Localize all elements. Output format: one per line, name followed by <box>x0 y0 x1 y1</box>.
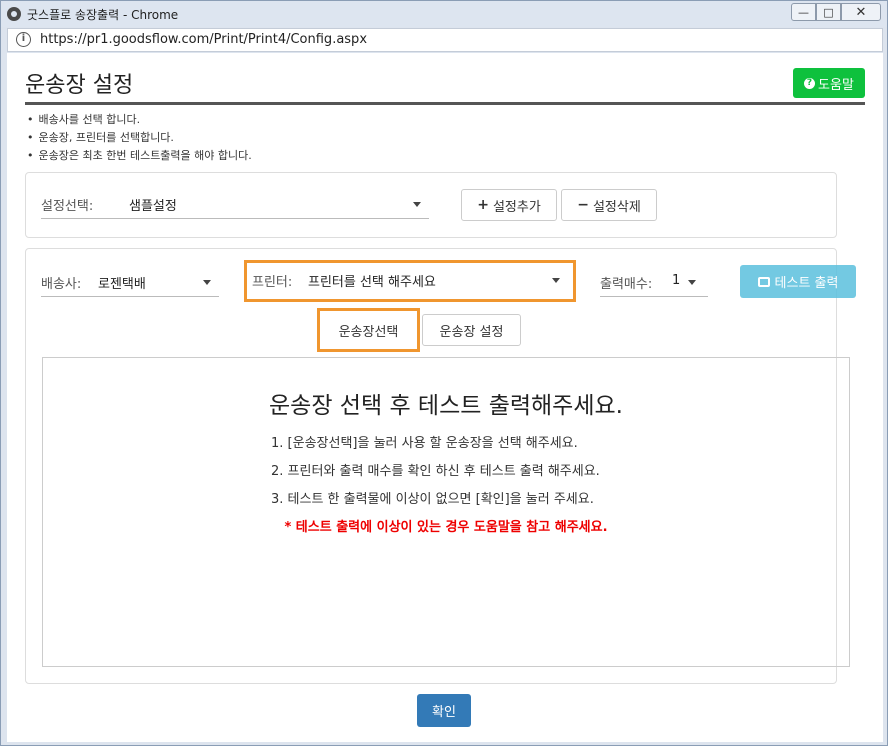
copies-select-value: 1 <box>672 273 681 288</box>
confirm-button[interactable]: 확인 <box>417 694 471 727</box>
page-title: 운송장 설정 <box>25 73 134 98</box>
instruction-item: 운송장, 프린터를 선택합니다. <box>27 129 252 147</box>
printer-select[interactable]: 프린터: 프린터를 선택 해주세요 <box>252 265 568 295</box>
caret-down-icon <box>413 202 421 207</box>
maximize-button[interactable]: □ <box>816 3 841 21</box>
printer-select-label: 프린터: <box>252 275 293 290</box>
tab-waybill-select[interactable]: 운송장선택 <box>323 314 414 346</box>
settings-select-label: 설정선택: <box>41 199 94 214</box>
window-title: 굿스플로 송장출력 - Chrome <box>27 8 179 22</box>
printer-select-value: 프린터를 선택 해주세요 <box>308 275 436 290</box>
delete-setting-button[interactable]: − 설정삭제 <box>561 189 657 221</box>
tab-waybill-settings-label: 운송장 설정 <box>439 324 504 340</box>
caret-down-icon <box>688 280 696 285</box>
tab-waybill-settings[interactable]: 운송장 설정 <box>422 314 521 346</box>
title-bar[interactable]: 굿스플로 송장출력 - Chrome — □ ✕ <box>1 1 887 27</box>
help-button-label: 도움말 <box>818 77 854 93</box>
preview-warning: * 테스트 출력에 이상이 있는 경우 도움말을 참고 해주세요. <box>284 520 608 535</box>
help-button[interactable]: ? 도움말 <box>793 68 865 98</box>
printer-icon <box>757 276 770 287</box>
confirm-button-label: 확인 <box>432 705 456 720</box>
carrier-select[interactable]: 배송사: 로젠택배 <box>41 267 219 297</box>
settings-select-value: 샘플설정 <box>129 199 177 214</box>
instruction-item: 운송장은 최초 한번 테스트출력을 해야 합니다. <box>27 147 252 165</box>
carrier-select-value: 로젠택배 <box>98 277 146 292</box>
delete-setting-label: 설정삭제 <box>592 199 641 215</box>
close-button[interactable]: ✕ <box>841 3 881 21</box>
info-icon[interactable]: i <box>16 32 31 47</box>
waybill-preview: 운송장 선택 후 테스트 출력해주세요. 1. [운송장선택]을 눌러 사용 할… <box>42 357 850 667</box>
copies-select[interactable]: 출력매수: 1 <box>600 267 708 297</box>
add-setting-label: 설정추가 <box>492 199 541 215</box>
test-print-button[interactable]: 테스트 출력 <box>740 265 856 298</box>
print-panel: 배송사: 로젠택배 프린터: 프린터를 선택 해주세요 출력매수: 1 테스트 … <box>25 248 856 684</box>
close-icon: ✕ <box>855 4 867 20</box>
settings-panel: 설정선택: 샘플설정 + 설정추가 − 설정삭제 <box>25 172 837 238</box>
title-divider <box>25 102 865 105</box>
page-content: 운송장 설정 ? 도움말 배송사를 선택 합니다. 운송장, 프린터를 선택합니… <box>7 53 883 742</box>
caret-down-icon <box>203 280 211 285</box>
maximize-icon: □ <box>823 5 834 19</box>
settings-select[interactable]: 설정선택: 샘플설정 <box>41 189 429 219</box>
plus-icon: + <box>477 197 489 213</box>
carrier-select-label: 배송사: <box>41 277 82 292</box>
preview-steps: 1. [운송장선택]을 눌러 사용 할 운송장을 선택 해주세요. 2. 프린터… <box>271 430 600 514</box>
address-bar[interactable]: i https://pr1.goodsflow.com/Print/Print4… <box>7 28 883 52</box>
url-text: https://pr1.goodsflow.com/Print/Print4/C… <box>40 32 368 47</box>
preview-heading: 운송장 선택 후 테스트 출력해주세요. <box>269 393 623 419</box>
browser-window: 굿스플로 송장출력 - Chrome — □ ✕ i https://pr1.g… <box>0 0 888 746</box>
minus-icon: − <box>577 197 589 213</box>
preview-step: 1. [운송장선택]을 눌러 사용 할 운송장을 선택 해주세요. <box>271 436 578 451</box>
preview-step: 2. 프린터와 출력 매수를 확인 하신 후 테스트 출력 해주세요. <box>271 464 600 479</box>
tab-waybill-select-label: 운송장선택 <box>338 324 399 340</box>
copies-select-label: 출력매수: <box>600 277 653 292</box>
minimize-icon: — <box>798 5 809 19</box>
chrome-icon <box>7 7 21 21</box>
question-circle-icon: ? <box>804 77 816 89</box>
add-setting-button[interactable]: + 설정추가 <box>461 189 557 221</box>
caret-down-icon <box>552 278 560 283</box>
test-print-label: 테스트 출력 <box>774 276 839 291</box>
minimize-button[interactable]: — <box>791 3 816 21</box>
preview-step: 3. 테스트 한 출력물에 이상이 없으면 [확인]을 눌러 주세요. <box>271 492 594 507</box>
instruction-item: 배송사를 선택 합니다. <box>27 111 252 129</box>
instruction-list: 배송사를 선택 합니다. 운송장, 프린터를 선택합니다. 운송장은 최초 한번… <box>27 111 252 165</box>
